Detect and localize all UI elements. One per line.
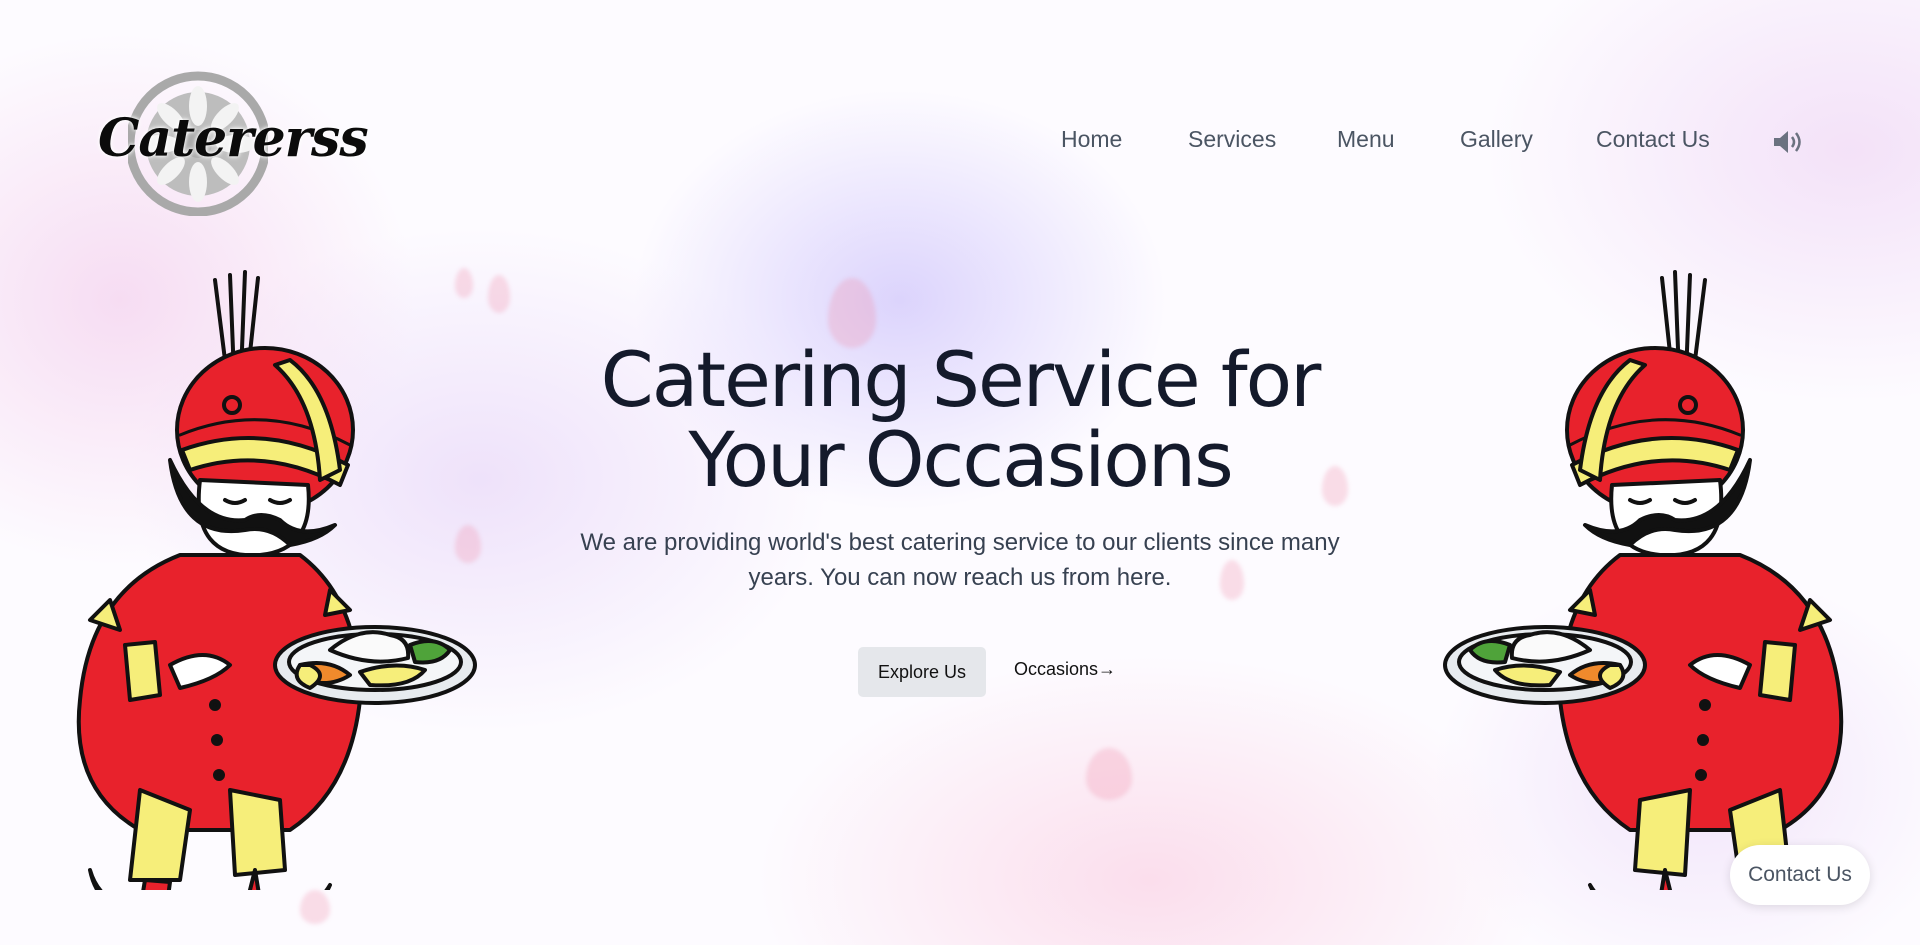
occasions-link[interactable]: Occasions→ [1014, 659, 1116, 685]
hero-title-line2: Your Occasions [688, 415, 1233, 504]
petal-decoration [1086, 748, 1132, 800]
maharaja-mascot-right [1443, 270, 1844, 890]
petal-decoration [488, 275, 510, 313]
nav-gallery[interactable]: Gallery [1460, 126, 1533, 153]
floating-contact-button[interactable]: Contact Us [1730, 845, 1870, 905]
speaker-icon[interactable] [1772, 128, 1806, 156]
nav-contact-us[interactable]: Contact Us [1596, 126, 1710, 153]
maharaja-mascot-left [76, 270, 477, 890]
explore-us-button[interactable]: Explore Us [858, 647, 986, 697]
nav-menu[interactable]: Menu [1337, 126, 1395, 153]
nav-services[interactable]: Services [1188, 126, 1276, 153]
hero-subtitle: We are providing world's best catering s… [580, 529, 1340, 591]
petal-decoration [300, 890, 330, 924]
hero-title: Catering Service for Your Occasions [460, 340, 1460, 500]
hero-title-line1: Catering Service for [600, 335, 1322, 424]
nav-home[interactable]: Home [1061, 126, 1122, 153]
main-nav: Home Services Menu Gallery Contact Us [0, 126, 1920, 156]
